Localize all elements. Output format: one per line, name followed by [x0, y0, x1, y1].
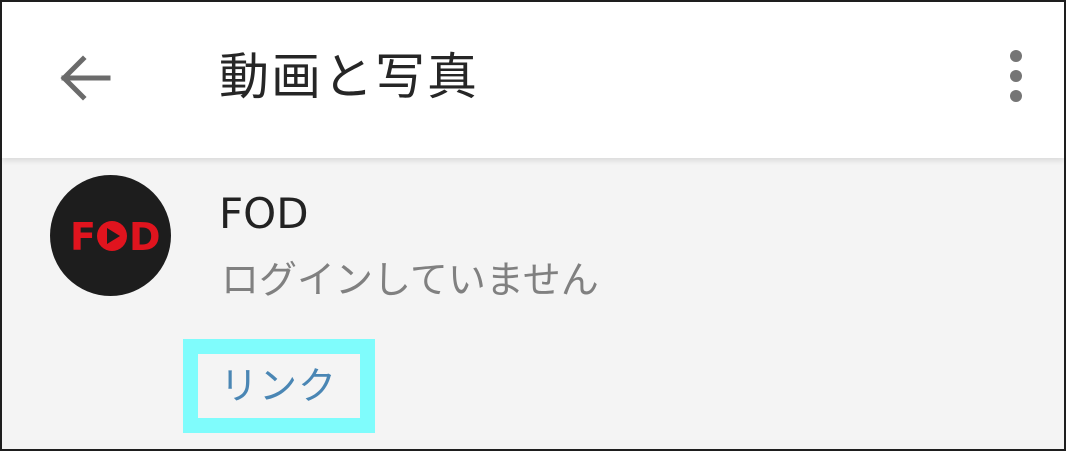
more-options-button[interactable]	[996, 44, 1036, 108]
link-button[interactable]: リンク	[220, 358, 337, 414]
screen-frame: 動画と写真 F D FOD ログインしていません リンク	[0, 0, 1066, 451]
svg-text:D: D	[129, 215, 161, 259]
account-name: FOD	[219, 189, 309, 238]
login-status: ログインしていません	[221, 258, 599, 302]
account-list: F D FOD ログインしていません リンク	[2, 158, 1064, 449]
fod-logo: F D	[50, 175, 171, 296]
app-bar: 動画と写真	[2, 2, 1064, 158]
arrow-left-icon	[60, 55, 111, 101]
fod-logo-icon: F D	[70, 215, 161, 259]
more-vertical-icon	[1010, 50, 1022, 102]
back-button[interactable]	[54, 46, 118, 110]
page-title: 動画と写真	[219, 48, 479, 106]
svg-text:F: F	[70, 215, 96, 259]
